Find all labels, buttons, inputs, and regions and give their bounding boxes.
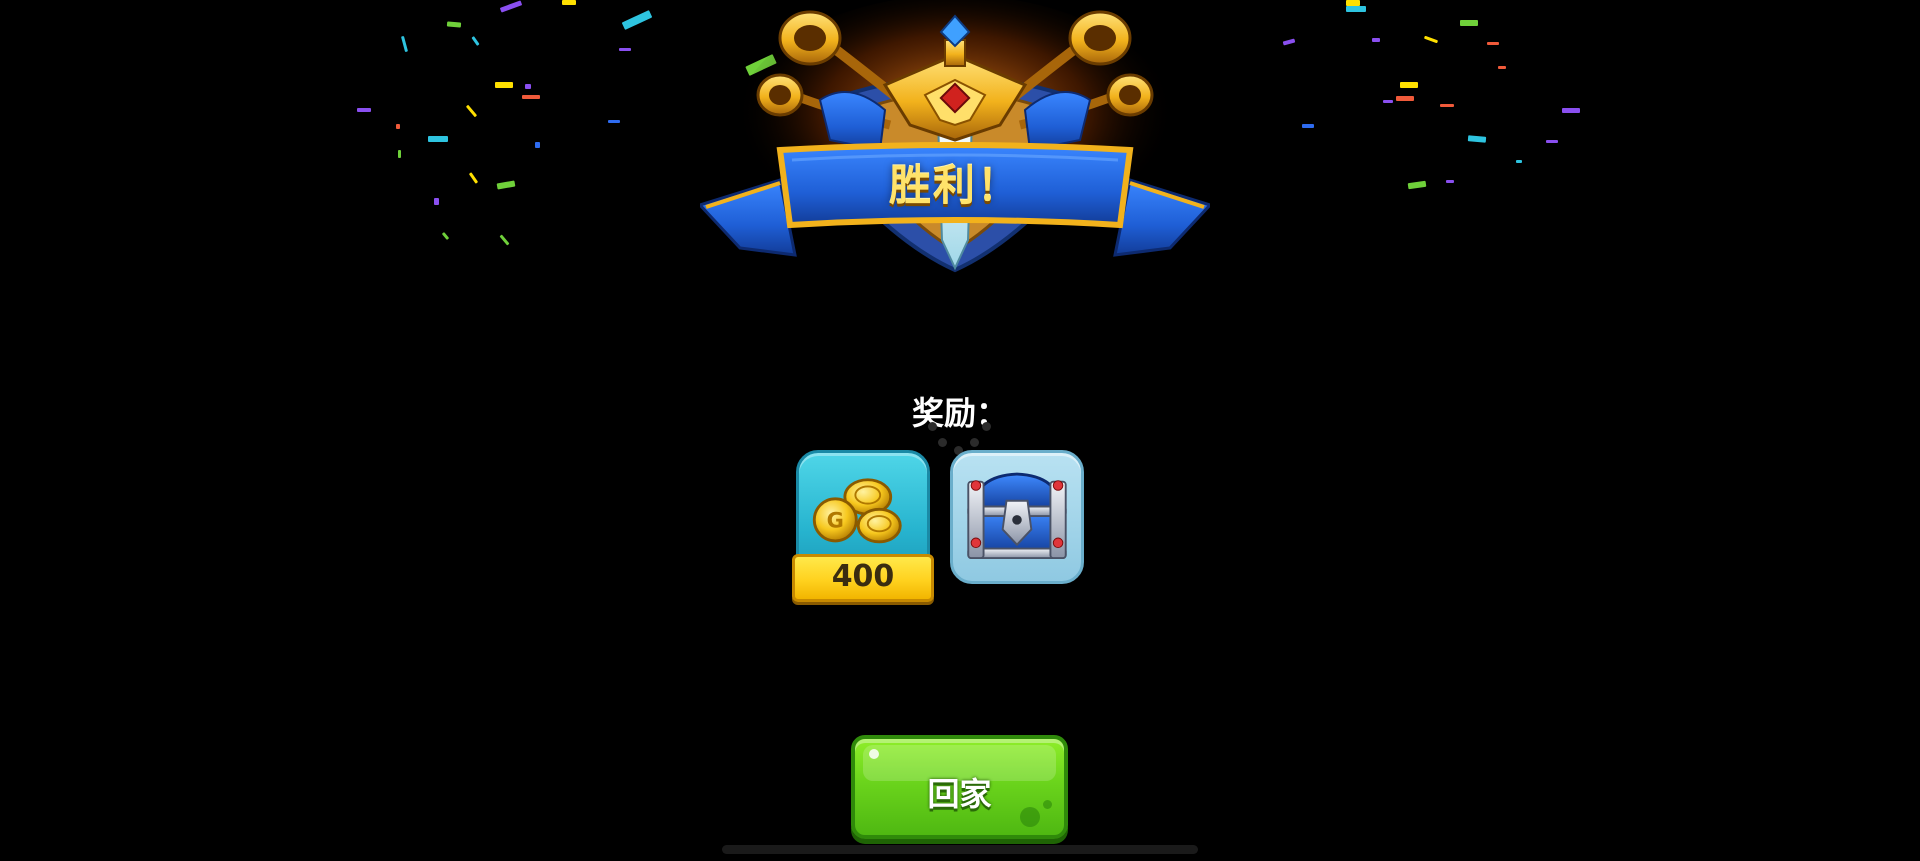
button-highlight <box>869 749 879 759</box>
victory-title: 胜利！ <box>888 161 1021 210</box>
coin-amount-label: 400 <box>792 554 934 602</box>
home-indicator-bar[interactable] <box>722 845 1198 854</box>
svg-text:G: G <box>827 508 844 533</box>
treasure-chest-icon <box>967 472 1067 560</box>
home-button-label: 回家 <box>927 775 992 813</box>
reward-card-chest[interactable] <box>950 450 1084 584</box>
victory-emblem-icon <box>700 0 1210 285</box>
victory-screen: 胜利！ 奖励： G 400 回家 <box>0 0 1920 861</box>
home-button[interactable]: 回家 <box>851 735 1068 839</box>
